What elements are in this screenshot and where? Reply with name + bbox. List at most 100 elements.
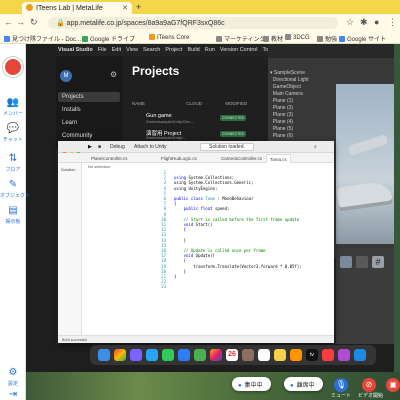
reload-button[interactable]: ↻ [30, 17, 38, 28]
new-tab-button[interactable]: + [136, 2, 141, 12]
menubar-item[interactable]: Visual Studio [58, 47, 93, 53]
menubar-item[interactable]: File [98, 47, 107, 53]
back-button[interactable]: ← [4, 17, 13, 27]
breadcrumb[interactable]: No selection [88, 164, 110, 169]
reminders-icon[interactable] [258, 349, 270, 361]
menubar-item[interactable]: View [126, 47, 138, 53]
mac-menubar: Visual Studio File Edit View Search Project Bu… [56, 44, 268, 56]
finder-icon[interactable] [98, 349, 110, 361]
podcasts-icon[interactable] [338, 349, 350, 361]
extensions-icon[interactable]: ✱ [360, 17, 368, 28]
calendar-icon[interactable]: 26 [226, 349, 238, 361]
sidebar-item-chat[interactable]: 💬 チャット [0, 118, 26, 143]
target-select[interactable]: Attach to Unity [134, 144, 167, 150]
sidebar-item-floor[interactable]: ⇅ フロア [0, 148, 26, 173]
safari-icon[interactable] [146, 349, 158, 361]
menubar-item[interactable]: Search [143, 47, 160, 53]
vs-solution-pad[interactable]: Solution [58, 163, 82, 343]
exit-button[interactable]: ⇥ 退出 [0, 384, 26, 400]
video-label: ビデオ開始 [358, 393, 384, 399]
vs-toolbar: ▶ ■ Debug Attach to Unity Solution loade… [58, 141, 334, 157]
profile-icon[interactable]: ● [374, 17, 379, 27]
hub-title: Projects [132, 64, 180, 78]
bookmark-item[interactable]: Google サイト [339, 34, 386, 43]
col-modified[interactable]: MODIFIED [225, 101, 247, 106]
bookmark-item[interactable]: 教材 [263, 34, 283, 43]
screen-share-button[interactable]: ▣ [382, 374, 400, 392]
menubar-item[interactable]: Run [205, 47, 215, 53]
editor-tab[interactable]: FlightHudLogic.cs [158, 154, 200, 163]
code-editor[interactable]: using System.Collections; using System.C… [174, 170, 302, 284]
stop-icon[interactable]: ■ [98, 144, 101, 150]
apple-tv-icon[interactable]: tv [306, 349, 318, 361]
sidebar-item-people[interactable]: 👥 メンバー [0, 92, 26, 117]
menubar-item[interactable]: Edit [112, 47, 121, 53]
search-icon[interactable]: ⌕ [314, 144, 317, 150]
sidebar-item-object[interactable]: ✎ オブジェクト [0, 174, 30, 199]
notes-icon[interactable] [274, 349, 286, 361]
editor-tab[interactable]: CameraController.cs [218, 154, 265, 163]
asset-thumbnail[interactable] [340, 256, 352, 268]
freeform-icon[interactable] [290, 349, 302, 361]
exit-icon: ⇥ [8, 389, 18, 400]
bookmark-item[interactable]: 3DCG [285, 34, 310, 41]
app-store-icon[interactable] [354, 349, 366, 361]
run-icon[interactable]: ▶ [88, 144, 92, 150]
visual-studio-window: ▶ ■ Debug Attach to Unity Solution loade… [58, 141, 334, 343]
music-icon[interactable] [322, 349, 334, 361]
sidebar-item-label: 掲示板 [5, 219, 21, 225]
hub-avatar[interactable]: M [60, 70, 72, 82]
messages-icon[interactable] [162, 349, 174, 361]
maps-icon[interactable] [194, 349, 206, 361]
hub-nav-projects[interactable]: Projects [58, 92, 120, 102]
project-row[interactable]: 演習用 Project/Users/sample/Unity/... CONNEC… [128, 128, 268, 142]
close-tab-icon[interactable]: ✕ [122, 4, 128, 12]
address-bar[interactable]: 🔒 app.metalife.co.jp/spaces/8a9a9aG7fQRF… [48, 17, 338, 29]
configuration-select[interactable]: Debug [110, 144, 125, 150]
menubar-item[interactable]: Tools [262, 47, 268, 53]
menubar-item[interactable]: Project [165, 47, 182, 53]
bookmark-icon [4, 36, 10, 42]
metalife-favicon-icon [26, 4, 33, 11]
mute-button[interactable]: 🎙 ミュート [330, 374, 352, 399]
hub-nav-installs[interactable]: Installs [58, 105, 120, 115]
bookmark-item[interactable]: ITeens Core [149, 34, 189, 41]
menubar-item[interactable]: Version Control [220, 47, 258, 53]
chrome-icon[interactable] [114, 349, 126, 361]
unity-scene-view[interactable] [336, 84, 394, 244]
project-row[interactable]: Gun game/Users/sample/Unity/Gun... CONNEC… [128, 112, 268, 126]
asset-thumbnail[interactable] [356, 256, 368, 268]
script-asset-icon[interactable]: # [372, 256, 384, 268]
bookmark-label: 3DCG [293, 35, 310, 41]
bookmark-item[interactable]: マーケティング [216, 34, 266, 43]
hub-nav-community[interactable]: Community [58, 131, 120, 141]
photos-icon[interactable] [210, 349, 222, 361]
status-focus-button[interactable]: ● 集中中 [232, 377, 271, 391]
bookmark-item[interactable]: 勉強 [317, 34, 337, 43]
contacts-icon[interactable] [242, 349, 254, 361]
project-path: /Users/sample/Unity/Gun... [146, 119, 194, 124]
mail-icon[interactable] [178, 349, 190, 361]
forward-button[interactable]: → [16, 17, 25, 27]
object-icon: ✎ [8, 179, 18, 190]
gear-icon: ⚙ [8, 367, 18, 378]
video-button[interactable]: ⊘ ビデオ開始 [358, 374, 384, 399]
build-status: Solution loaded. [200, 143, 254, 151]
hub-nav-learn[interactable]: Learn [58, 118, 120, 128]
gear-icon[interactable]: ⚙ [110, 70, 117, 79]
user-avatar[interactable] [3, 57, 23, 77]
browser-tab[interactable]: ITeens Lab | MetaLife ✕ [22, 2, 132, 14]
col-cloud[interactable]: CLOUD [186, 101, 202, 106]
editor-tab[interactable]: PlaneController.cs [88, 154, 131, 163]
menubar-item[interactable]: Build [188, 47, 200, 53]
status-away-button[interactable]: ● 離席中 [284, 377, 323, 391]
bookmark-star-icon[interactable]: ☆ [346, 17, 354, 28]
sidebar-item-bulletin[interactable]: ▤ 掲示板 [0, 200, 26, 225]
bookmark-label: ITeens Core [157, 35, 190, 41]
col-name[interactable]: NAME [132, 101, 145, 106]
launchpad-icon[interactable] [130, 349, 142, 361]
bookmark-item[interactable]: Google ドライブ [82, 34, 135, 43]
editor-tab[interactable]: Tama.cs [266, 154, 291, 163]
bookmark-item[interactable]: 見つけ隊ファイル - Doc... [4, 34, 81, 43]
menu-icon[interactable]: ⋮ [388, 17, 397, 28]
